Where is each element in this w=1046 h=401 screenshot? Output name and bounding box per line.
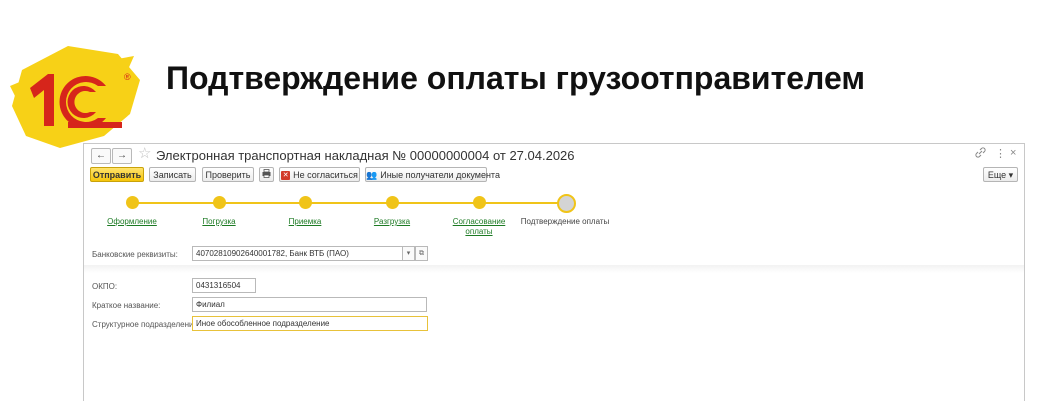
step-payment-approval-line1: Согласование (452, 217, 506, 226)
bank-open-button[interactable]: ⧉ (415, 246, 428, 261)
step-dot-acceptance (299, 196, 312, 209)
arrow-left-icon: ← (96, 150, 106, 161)
division-field[interactable]: Иное обособленное подразделение (192, 316, 428, 331)
bank-details-label: Банковские реквизиты: (92, 250, 178, 259)
document-reject-icon: ✕ (281, 171, 291, 181)
chevron-down-icon: ▾ (406, 250, 411, 257)
disagree-label: Не согласиться (293, 170, 358, 180)
more-actions-icon[interactable]: ⋮ (995, 147, 1006, 160)
short-name-field[interactable]: Филиал (192, 297, 427, 312)
step-dot-unloading (386, 196, 399, 209)
document-window: ← → ☆ Электронная транспортная накладная… (83, 143, 1025, 401)
steps-progress-line (132, 202, 566, 204)
link-icon[interactable] (975, 147, 986, 161)
step-loading-link[interactable]: Погрузка (179, 217, 259, 227)
document-title: Электронная транспортная накладная № 000… (156, 148, 575, 163)
step-dot-loading (213, 196, 226, 209)
section-divider (84, 265, 1024, 273)
1c-logo-graphic: ® (10, 46, 140, 148)
window-titlebar: ← → ☆ Электронная транспортная накладная… (84, 144, 1024, 166)
other-recipients-button[interactable]: 👥 Иные получатели документа (365, 167, 500, 182)
more-button[interactable]: Еще ▾ (983, 167, 1018, 182)
users-icon: 👥 (366, 170, 378, 180)
arrow-right-icon: → (117, 150, 127, 161)
bank-dropdown-button[interactable]: ▾ (402, 246, 415, 261)
okpo-label: ОКПО: (92, 282, 118, 291)
favorite-star-icon[interactable]: ☆ (138, 146, 151, 162)
printer-icon (262, 169, 271, 178)
save-button[interactable]: Записать (149, 167, 196, 182)
open-link-icon: ⧉ (419, 250, 424, 257)
close-icon[interactable]: × (1010, 147, 1016, 159)
forward-button[interactable]: → (112, 148, 132, 164)
okpo-field[interactable]: 0431316504 (192, 278, 256, 293)
step-dot-payment-approval (473, 196, 486, 209)
step-dot-registration (126, 196, 139, 209)
step-unloading-link[interactable]: Разгрузка (352, 217, 432, 227)
slide-title: Подтверждение оплаты грузоотправителем (166, 60, 865, 96)
step-payment-approval-link[interactable]: Согласование оплаты (439, 217, 519, 237)
disagree-button[interactable]: ✕ Не согласиться (279, 167, 360, 182)
step-acceptance-link[interactable]: Приемка (265, 217, 345, 227)
other-recipients-label: Иные получатели документа (380, 170, 500, 180)
division-label: Структурное подразделение: (92, 320, 201, 329)
1c-logo: ® (8, 40, 144, 152)
send-button[interactable]: Отправить (90, 167, 144, 182)
back-button[interactable]: ← (91, 148, 111, 164)
short-name-label: Краткое название: (92, 301, 161, 310)
step-payment-approval-line2: оплаты (465, 227, 493, 236)
step-registration-link[interactable]: Оформление (92, 217, 172, 227)
step-dot-payment-confirmation (557, 194, 576, 213)
check-button[interactable]: Проверить (202, 167, 254, 182)
command-bar: Отправить Записать Проверить ✕ Не согласи… (84, 166, 1024, 186)
bank-details-field[interactable]: 40702810902640001782, Банк ВТБ (ПАО) (192, 246, 404, 261)
print-button[interactable] (259, 167, 274, 182)
svg-text:®: ® (124, 72, 131, 82)
step-payment-confirmation-label: Подтверждение оплаты (520, 217, 610, 226)
